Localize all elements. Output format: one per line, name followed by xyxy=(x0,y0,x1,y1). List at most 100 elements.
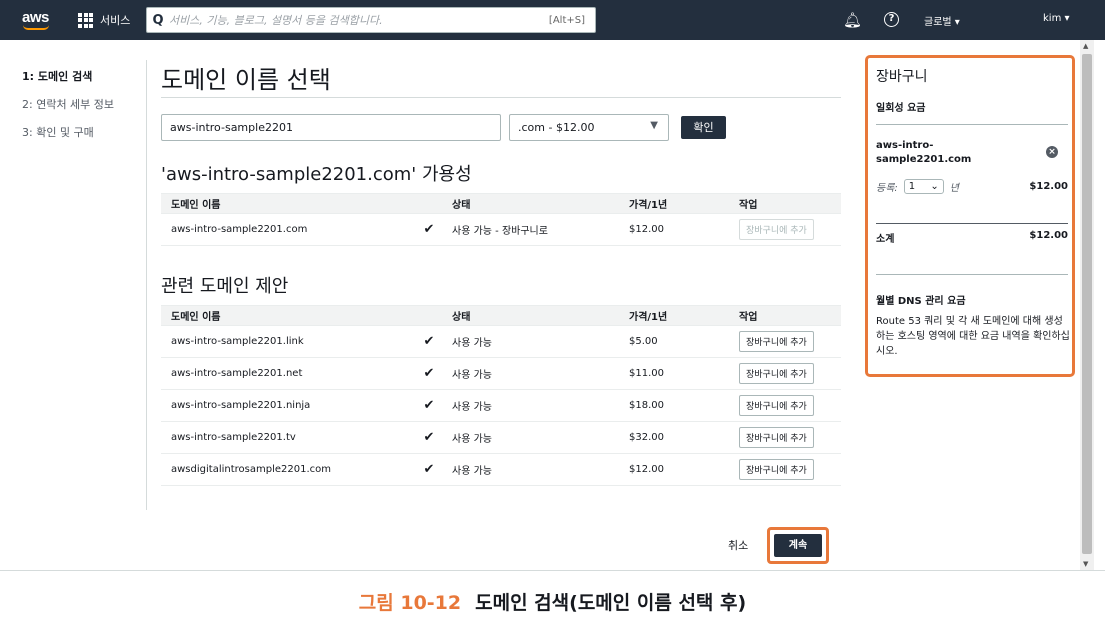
check-icon: ✔ xyxy=(416,421,442,454)
step-contact-details[interactable]: 2: 연락처 세부 정보 xyxy=(22,96,114,124)
register-label: 등록: xyxy=(876,183,898,194)
action-cell: 장바구니에 추가 xyxy=(729,453,841,486)
tld-select-value: .com - $12.00 xyxy=(518,121,595,134)
scroll-down-icon[interactable]: ▼ xyxy=(1083,560,1088,568)
check-icon: ✔ xyxy=(416,213,442,246)
cart-divider xyxy=(876,274,1068,275)
dns-fee-description: Route 53 쿼리 및 각 새 도메인에 대해 생성하는 호스팅 영역에 대… xyxy=(876,316,1070,357)
domain-name-cell: aws-intro-sample2201.net xyxy=(161,357,416,390)
add-to-cart-button[interactable]: 장바구니에 추가 xyxy=(739,427,814,448)
availability-title: 'aws-intro-sample2201.com' 가용성 xyxy=(161,164,472,185)
add-to-cart-button[interactable]: 장바구니에 추가 xyxy=(739,395,814,416)
price-cell: $12.00 xyxy=(619,213,729,246)
figure-number: 그림 10-12 xyxy=(358,592,462,614)
continue-button[interactable]: 계속 xyxy=(774,534,822,557)
domain-name-cell: awsdigitalintrosample2201.com xyxy=(161,453,416,486)
domain-name-cell: aws-intro-sample2201.link xyxy=(161,325,416,358)
col-price: 가격/1년 xyxy=(619,193,729,214)
cart-item-name: aws-intro-sample2201.com xyxy=(876,140,972,165)
year-unit: 년 xyxy=(949,183,959,194)
status-cell: 사용 가능 xyxy=(442,421,619,454)
screenshot-bottom-border xyxy=(0,570,1105,571)
grid-icon xyxy=(78,12,93,28)
status-cell: 사용 가능 - 장바구니로 xyxy=(442,213,619,246)
aws-smile-icon xyxy=(23,25,49,30)
cart-item-price: $12.00 xyxy=(1029,181,1068,192)
check-icon: ✔ xyxy=(416,453,442,486)
col-domain-name: 도메인 이름 xyxy=(161,193,416,214)
table-row: aws-intro-sample2201.ninja ✔ 사용 가능 $18.0… xyxy=(161,389,841,422)
price-cell: $12.00 xyxy=(619,453,729,486)
search-icon: Q xyxy=(152,12,164,28)
scroll-up-icon[interactable]: ▲ xyxy=(1083,42,1088,50)
add-to-cart-button[interactable]: 장바구니에 추가 xyxy=(739,459,814,480)
cancel-link[interactable]: 취소 xyxy=(728,537,748,553)
remove-icon[interactable]: × xyxy=(1046,146,1058,158)
step-review-purchase[interactable]: 3: 확인 및 구매 xyxy=(22,124,114,152)
action-cell: 장바구니에 추가 xyxy=(729,213,841,246)
search-shortcut: [Alt+S] xyxy=(548,14,585,26)
col-check xyxy=(416,193,442,214)
one-time-fee-label: 일회성 요금 xyxy=(876,103,926,114)
shopping-cart-panel: 장바구니 일회성 요금 aws-intro-sample2201.com × 등… xyxy=(865,55,1075,377)
dns-fee-label: 월별 DNS 관리 요금 xyxy=(876,296,966,307)
step-domain-search[interactable]: 1: 도메인 검색 xyxy=(22,68,114,96)
bell-icon[interactable]: 🔔︎ xyxy=(843,11,862,29)
register-years-value: 1 xyxy=(908,181,916,192)
chevron-down-icon: ⌄ xyxy=(930,181,939,192)
table-row: aws-intro-sample2201.net ✔ 사용 가능 $11.00 … xyxy=(161,357,841,390)
col-price: 가격/1년 xyxy=(619,305,729,326)
search-input[interactable]: Q 서비스, 기능, 블로그, 설명서 등을 검색합니다. [Alt+S] xyxy=(146,7,596,33)
aws-logo[interactable]: aws xyxy=(22,9,49,30)
table-row: aws-intro-sample2201.com ✔ 사용 가능 - 장바구니로… xyxy=(161,213,841,246)
table-row: aws-intro-sample2201.link ✔ 사용 가능 $5.00 … xyxy=(161,325,841,358)
col-status: 상태 xyxy=(442,305,619,326)
tld-select[interactable]: .com - $12.00 ▼ xyxy=(509,114,669,141)
status-cell: 사용 가능 xyxy=(442,389,619,422)
help-icon[interactable]: ? xyxy=(884,12,899,27)
scroll-thumb[interactable] xyxy=(1082,54,1092,554)
add-to-cart-button[interactable]: 장바구니에 추가 xyxy=(739,219,814,240)
figure-caption: 그림 10-12 도메인 검색(도메인 이름 선택 후) xyxy=(0,588,1105,615)
status-cell: 사용 가능 xyxy=(442,325,619,358)
scrollbar[interactable]: ▲ ▼ xyxy=(1080,40,1094,570)
add-to-cart-button[interactable]: 장바구니에 추가 xyxy=(739,331,814,352)
status-cell: 사용 가능 xyxy=(442,357,619,390)
table-row: aws-intro-sample2201.tv ✔ 사용 가능 $32.00 장… xyxy=(161,421,841,454)
action-cell: 장바구니에 추가 xyxy=(729,389,841,422)
services-label: 서비스 xyxy=(100,14,131,27)
related-title: 관련 도메인 제안 xyxy=(161,276,289,297)
region-menu[interactable]: 글로벌 ▾ xyxy=(924,13,960,28)
col-check xyxy=(416,305,442,326)
price-cell: $5.00 xyxy=(619,325,729,358)
subtotal-label: 소계 xyxy=(876,234,895,245)
figure-text: 도메인 검색(도메인 이름 선택 후) xyxy=(475,592,747,614)
domain-name-cell: aws-intro-sample2201.tv xyxy=(161,421,416,454)
confirm-button[interactable]: 확인 xyxy=(681,116,726,139)
continue-highlight: 계속 xyxy=(767,527,829,564)
table-header-row: 도메인 이름 상태 가격/1년 작업 xyxy=(161,305,841,326)
domain-name-input[interactable]: aws-intro-sample2201 xyxy=(161,114,501,141)
table-row: awsdigitalintrosample2201.com ✔ 사용 가능 $1… xyxy=(161,453,841,486)
user-menu[interactable]: kim ▾ xyxy=(1043,13,1070,24)
subtotal-row: 소계 $12.00 xyxy=(876,230,1068,245)
action-cell: 장바구니에 추가 xyxy=(729,421,841,454)
related-table: 도메인 이름 상태 가격/1년 작업 aws-intro-sample2201.… xyxy=(161,305,841,486)
cart-divider xyxy=(876,124,1068,125)
sidebar-divider xyxy=(146,60,147,510)
check-icon: ✔ xyxy=(416,389,442,422)
page-title: 도메인 이름 선택 xyxy=(161,66,331,94)
price-cell: $11.00 xyxy=(619,357,729,390)
top-nav: aws 서비스 Q 서비스, 기능, 블로그, 설명서 등을 검색합니다. [A… xyxy=(0,0,1105,40)
add-to-cart-button[interactable]: 장바구니에 추가 xyxy=(739,363,814,384)
cart-title: 장바구니 xyxy=(876,69,928,85)
table-header-row: 도메인 이름 상태 가격/1년 작업 xyxy=(161,193,841,214)
price-cell: $32.00 xyxy=(619,421,729,454)
register-years-select[interactable]: 1 ⌄ xyxy=(903,179,944,194)
domain-name-cell: aws-intro-sample2201.ninja xyxy=(161,389,416,422)
title-divider xyxy=(161,97,841,98)
steps-sidebar: 1: 도메인 검색 2: 연락처 세부 정보 3: 확인 및 구매 xyxy=(22,68,114,152)
services-button[interactable]: 서비스 xyxy=(78,12,130,28)
chevron-down-icon: ▼ xyxy=(650,120,658,131)
col-status: 상태 xyxy=(442,193,619,214)
